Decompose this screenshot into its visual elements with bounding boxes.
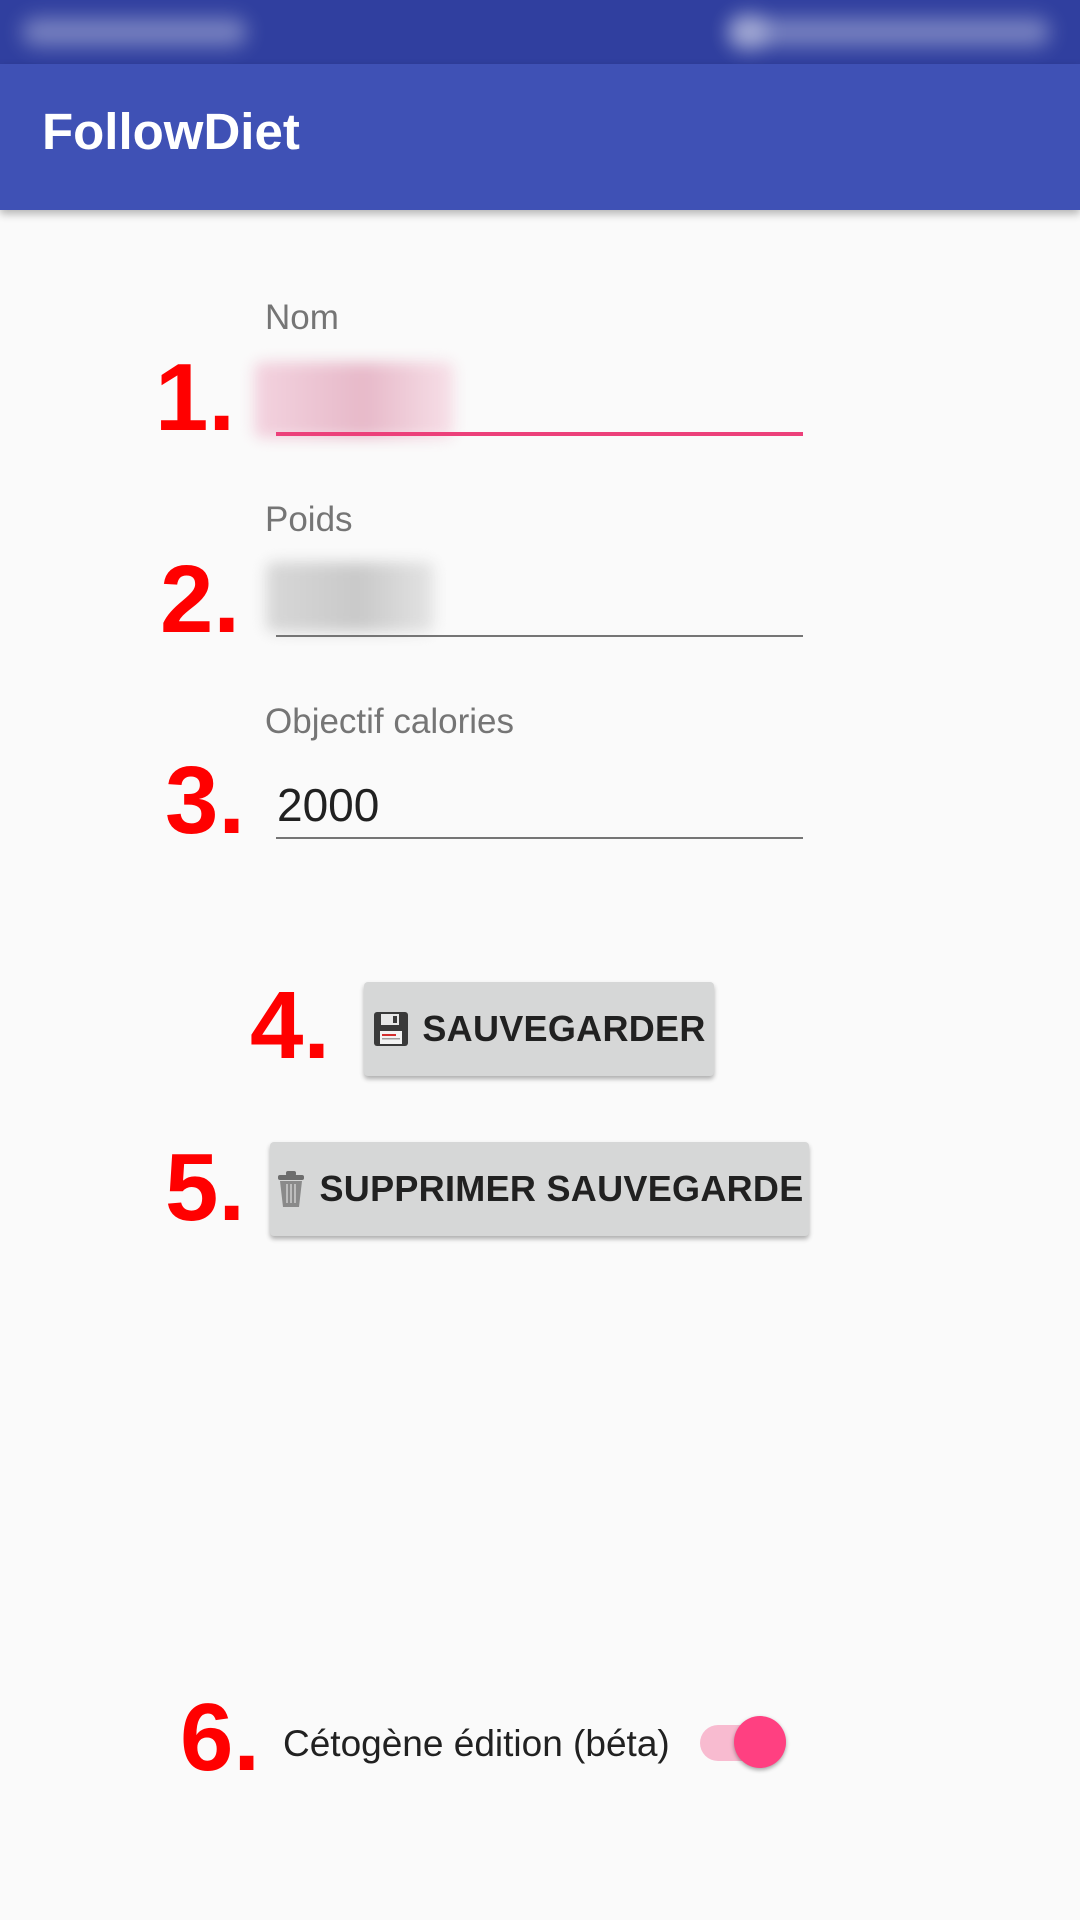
- annotation-marker-5: 5.: [165, 1134, 246, 1241]
- annotation-marker-4: 4.: [250, 972, 331, 1079]
- status-bar-right-redacted: [730, 18, 1050, 46]
- status-bar-icon-redacted: [728, 14, 768, 50]
- calories-field-underline[interactable]: [276, 837, 803, 839]
- ketogenic-toggle-label: Cétogène édition (béta): [283, 1723, 670, 1764]
- name-field-value-redacted[interactable]: [254, 362, 454, 438]
- screen: FollowDiet 1. Nom 2. Poids 3. Objectif c…: [0, 0, 1080, 1920]
- weight-field-value-redacted[interactable]: [266, 562, 434, 632]
- delete-save-button-label: SUPPRIMER SAUVEGARDE: [319, 1168, 804, 1209]
- annotation-marker-6: 6.: [180, 1684, 261, 1791]
- save-button[interactable]: SAUVEGARDER: [364, 982, 714, 1076]
- annotation-marker-2: 2.: [160, 546, 241, 653]
- floppy-disk-icon: [372, 1010, 410, 1048]
- trash-can-icon: [275, 1169, 307, 1209]
- save-button-label: SAUVEGARDER: [422, 1008, 706, 1049]
- ketogenic-toggle-thumb[interactable]: [734, 1716, 786, 1768]
- app-bar: FollowDiet: [0, 64, 1080, 210]
- delete-save-button[interactable]: SUPPRIMER SAUVEGARDE: [270, 1142, 809, 1236]
- status-bar-left-redacted: [22, 18, 247, 46]
- calories-field-value[interactable]: 2000: [277, 782, 379, 828]
- annotation-marker-3: 3.: [165, 747, 246, 854]
- name-field-underline[interactable]: [276, 432, 803, 436]
- calories-field-label: Objectif calories: [265, 702, 514, 741]
- app-title: FollowDiet: [42, 103, 300, 160]
- name-field-label: Nom: [265, 298, 339, 337]
- weight-field-underline[interactable]: [276, 635, 803, 637]
- weight-field-label: Poids: [265, 500, 353, 539]
- status-bar: [0, 0, 1080, 64]
- annotation-marker-1: 1.: [155, 344, 236, 451]
